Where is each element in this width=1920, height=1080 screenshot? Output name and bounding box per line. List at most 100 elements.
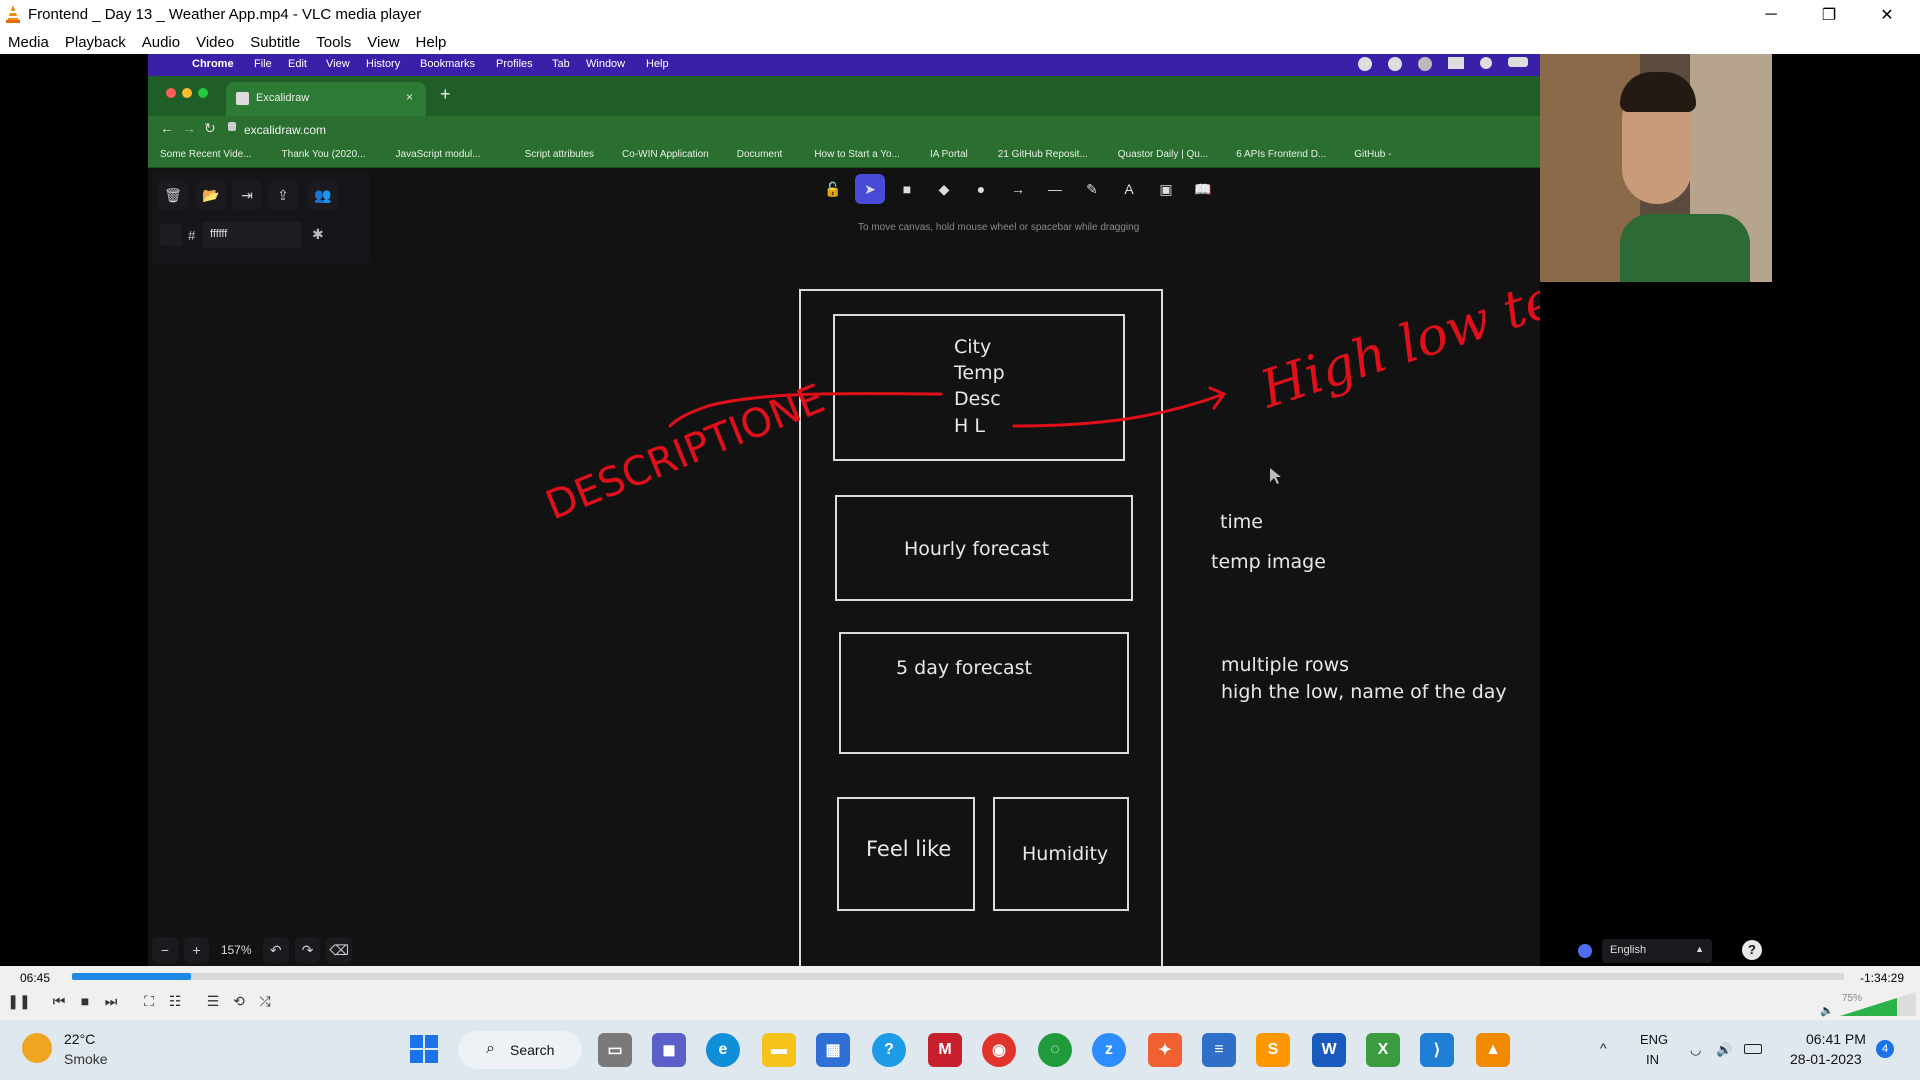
menu-video[interactable]: Video: [188, 30, 242, 54]
vscode-icon[interactable]: ⟩: [1420, 1033, 1454, 1067]
seek-bar[interactable]: [72, 973, 1844, 980]
menu-playback[interactable]: Playback: [57, 30, 134, 54]
traffic-zoom-icon[interactable]: [198, 88, 208, 98]
back-icon[interactable]: ←: [160, 120, 174, 136]
extended-settings-icon[interactable]: ☷: [164, 990, 186, 1012]
wifi-icon[interactable]: ◡: [1690, 1042, 1701, 1058]
bookmark-item[interactable]: Document: [737, 144, 783, 167]
notification-badge[interactable]: 4: [1876, 1040, 1894, 1058]
teams-chat-icon[interactable]: ◼: [652, 1033, 686, 1067]
address-bar-url[interactable]: excalidraw.com: [244, 123, 326, 137]
search-box[interactable]: ⌕ Search: [458, 1031, 582, 1069]
menu-view[interactable]: View: [359, 30, 407, 54]
menu-help[interactable]: Help: [408, 30, 455, 54]
clock-date[interactable]: 28-01-2023: [1790, 1051, 1862, 1067]
next-icon[interactable]: ⏭: [100, 990, 122, 1012]
mac-menu-window: Window: [586, 58, 626, 70]
tab-close-icon[interactable]: ×: [406, 90, 413, 104]
clock-time[interactable]: 06:41 PM: [1806, 1031, 1866, 1047]
weather-sun-icon[interactable]: [22, 1033, 52, 1063]
note-rows-1: multiple rows: [1221, 654, 1349, 676]
sublime-text-icon[interactable]: S: [1256, 1033, 1290, 1067]
playlist-icon[interactable]: ☰: [202, 990, 224, 1012]
traffic-close-icon[interactable]: [166, 88, 176, 98]
five-day-label: 5 day forecast: [896, 657, 1032, 679]
edge-icon[interactable]: e: [706, 1033, 740, 1067]
loop-icon[interactable]: ⟲: [228, 990, 250, 1012]
redo-icon[interactable]: ↷: [294, 937, 321, 963]
bookmark-item[interactable]: 21 GitHub Reposit...: [998, 144, 1088, 167]
word-icon[interactable]: W: [1312, 1033, 1346, 1067]
zoom-level[interactable]: 157%: [215, 943, 257, 957]
fullscreen-icon[interactable]: ⛶: [138, 990, 160, 1012]
note-rows-2: high the low, name of the day: [1221, 681, 1507, 703]
menu-media[interactable]: Media: [0, 30, 57, 54]
vlc-taskbar-icon[interactable]: ▲: [1476, 1033, 1510, 1067]
browser-tab-excalidraw[interactable]: Excalidraw ×: [226, 82, 426, 116]
menu-audio[interactable]: Audio: [134, 30, 188, 54]
minimize-button[interactable]: ─: [1748, 0, 1794, 30]
undo-icon[interactable]: ↶: [262, 937, 289, 963]
menu-subtitle[interactable]: Subtitle: [242, 30, 308, 54]
bookmark-item[interactable]: How to Start a Yo...: [814, 144, 900, 167]
start-windows-icon[interactable]: [410, 1035, 438, 1063]
task-view-icon[interactable]: ▭: [598, 1033, 632, 1067]
reload-icon[interactable]: ↻: [204, 120, 216, 137]
bookmark-item[interactable]: 6 APIs Frontend D...: [1236, 144, 1326, 167]
file-explorer-icon[interactable]: ▬: [762, 1033, 796, 1067]
language-eng[interactable]: ENG: [1640, 1032, 1668, 1047]
mac-menu-tab: Tab: [552, 58, 570, 70]
bookmark-item[interactable]: Co-WIN Application: [622, 144, 709, 167]
language-in[interactable]: IN: [1646, 1052, 1659, 1067]
volume-level: 75%: [1842, 993, 1863, 1004]
lock-icon: [228, 122, 236, 131]
traffic-minimize-icon[interactable]: [182, 88, 192, 98]
mac-menu-chrome: Chrome: [192, 58, 234, 70]
bookmark-item[interactable]: Thank You (2020...: [282, 144, 366, 167]
notepad-icon[interactable]: ≡: [1202, 1033, 1236, 1067]
zoom-in-icon[interactable]: +: [183, 937, 210, 963]
eraser-icon[interactable]: ⌫: [326, 937, 353, 963]
volume-icon[interactable]: 🔊: [1716, 1042, 1732, 1058]
new-tab-button[interactable]: +: [440, 84, 451, 105]
menu-tools[interactable]: Tools: [308, 30, 359, 54]
restore-button[interactable]: ❐: [1806, 0, 1852, 30]
humidity-label: Humidity: [1022, 843, 1108, 865]
forward-icon[interactable]: →: [182, 120, 196, 136]
pause-icon[interactable]: ❚❚: [7, 990, 30, 1012]
bookmark-item[interactable]: IA Portal: [930, 144, 968, 167]
sync-app-icon[interactable]: ◌: [1038, 1033, 1072, 1067]
mcafee-icon[interactable]: M: [928, 1033, 962, 1067]
zoom-icon[interactable]: z: [1092, 1033, 1126, 1067]
weather-desc[interactable]: Smoke: [64, 1051, 108, 1067]
hourly-label: Hourly forecast: [904, 538, 1049, 560]
bookmark-item[interactable]: JavaScript modul...: [396, 144, 481, 167]
help-app-icon[interactable]: ?: [872, 1033, 906, 1067]
tray-chevron-up-icon[interactable]: ^: [1600, 1040, 1607, 1056]
chrome-icon[interactable]: ◉: [982, 1033, 1016, 1067]
excalidraw-canvas[interactable]: 🗑 📂 ⇥ ⇪ 👥 # ffffff ✱ 🔓 ➤ ■ ◆ ● → — ✎ A ▣…: [148, 168, 1762, 966]
bookmark-item[interactable]: Some Recent Vide...: [160, 144, 252, 167]
battery-icon[interactable]: [1744, 1044, 1762, 1054]
status-icon: [1388, 57, 1402, 71]
speaker-icon[interactable]: 🔈: [1820, 1004, 1834, 1017]
close-button[interactable]: ✕: [1864, 0, 1910, 30]
shield-icon: [1578, 944, 1592, 958]
zoom-out-icon[interactable]: −: [152, 937, 178, 963]
postman-icon[interactable]: ✦: [1148, 1033, 1182, 1067]
excel-icon[interactable]: X: [1366, 1033, 1400, 1067]
previous-icon[interactable]: ⏮: [48, 990, 70, 1012]
header-hl: H L: [954, 415, 985, 437]
shuffle-icon[interactable]: ⤮: [254, 990, 276, 1012]
store-icon[interactable]: ▦: [816, 1033, 850, 1067]
language-select[interactable]: English ▲: [1602, 939, 1712, 963]
help-button[interactable]: ?: [1742, 940, 1762, 960]
bookmark-item[interactable]: Script attributes: [525, 144, 594, 167]
zoom-controls: − + 157% ↶ ↷ ⌫: [152, 936, 353, 964]
mouse-cursor-icon: [1270, 468, 1281, 484]
weather-temp[interactable]: 22°C: [64, 1031, 95, 1047]
bookmark-item[interactable]: GitHub -: [1354, 144, 1391, 167]
webcam-person-hair: [1620, 72, 1696, 112]
bookmark-item[interactable]: Quastor Daily | Qu...: [1118, 144, 1208, 167]
stop-icon[interactable]: ■: [74, 990, 96, 1012]
